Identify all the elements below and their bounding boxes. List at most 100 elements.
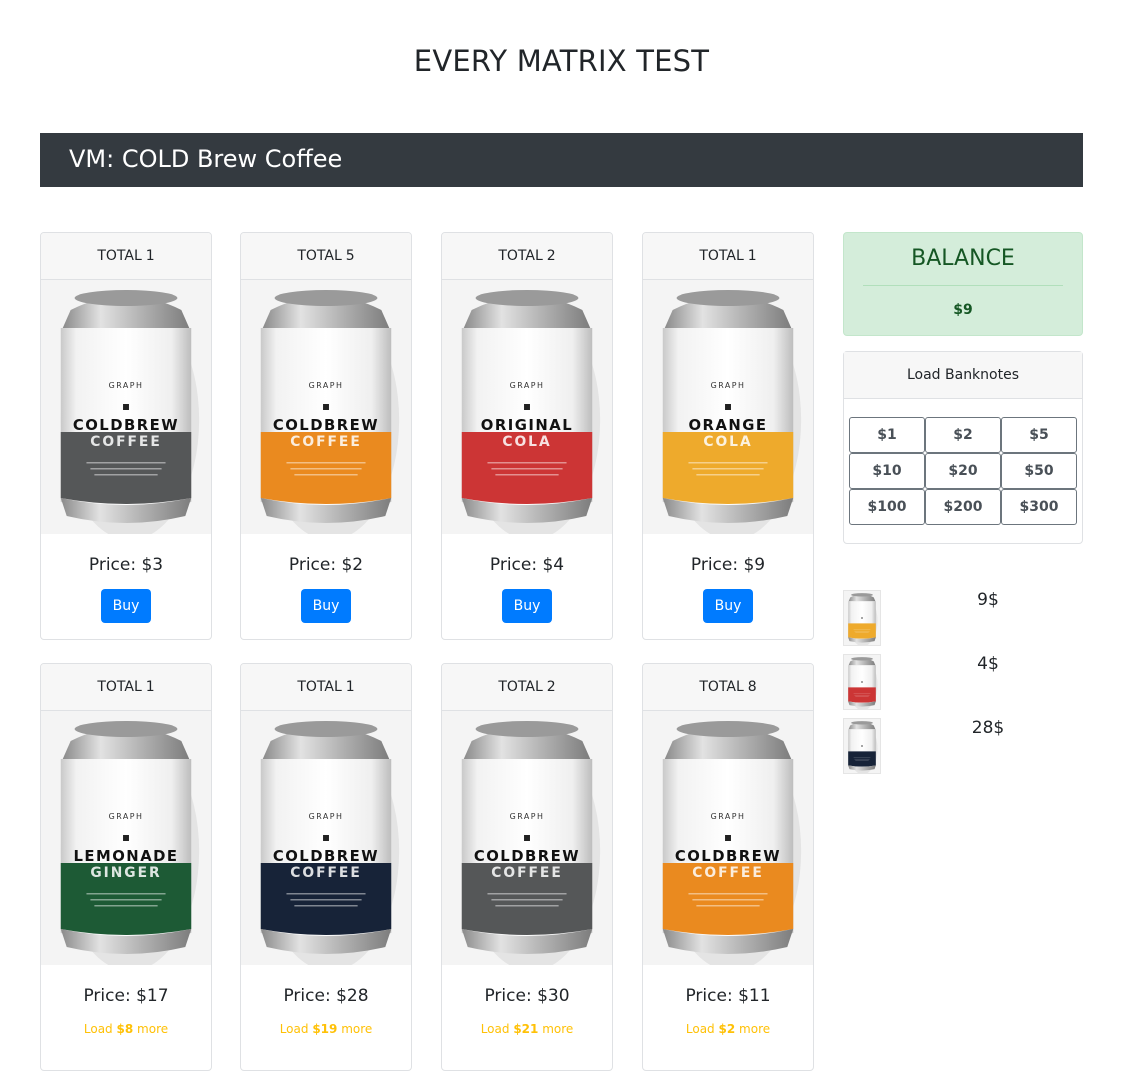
can-image	[844, 655, 880, 709]
price-value: $3	[141, 555, 164, 575]
price-text: Price: $3	[41, 554, 211, 576]
buy-button[interactable]: Buy	[703, 589, 753, 623]
total-label: TOTAL	[699, 679, 744, 695]
load-more-prefix: Load	[279, 1022, 309, 1036]
can-name-text: COLDBREW	[273, 847, 379, 865]
buy-button[interactable]: Buy	[301, 589, 351, 623]
buy-button[interactable]: Buy	[502, 589, 552, 623]
product-card: TOTAL 1 GRAPH COLDBREW COFFEE Price: $28 Load …	[240, 663, 412, 1071]
banknote-button[interactable]: $20	[925, 453, 1001, 489]
price-text: Price: $28	[241, 985, 411, 1007]
load-more-amount: $21	[513, 1022, 539, 1036]
can-subname-text: GINGER	[90, 865, 161, 881]
total-label: TOTAL	[498, 679, 543, 695]
can-name-text: COLDBREW	[474, 847, 580, 865]
card-header: TOTAL 1	[41, 664, 211, 711]
can-brand-text: GRAPH	[309, 812, 344, 821]
vm-header: VM: COLD Brew Coffee	[40, 133, 1083, 187]
product-image: GRAPH COLDBREW COFFEE	[643, 711, 813, 965]
price-label: Price:	[83, 986, 131, 1006]
total-count: 2	[546, 679, 556, 695]
price-text: Price: $17	[41, 985, 211, 1007]
purchased-amount: 9$	[977, 590, 999, 610]
price-value: $17	[136, 986, 169, 1006]
price-text: Price: $11	[643, 985, 813, 1007]
can-brand-text: GRAPH	[510, 381, 545, 390]
can-image: GRAPH COLDBREWCOFFEE	[241, 711, 411, 965]
banknote-button[interactable]: $100	[849, 489, 925, 525]
can-brand-text: GRAPH	[711, 381, 746, 390]
balance-panel: BALANCE $9	[843, 232, 1083, 336]
purchased-item: 4$	[843, 654, 1083, 710]
can-subname-text: COFFEE	[491, 865, 563, 881]
price-text: Price: $2	[241, 554, 411, 576]
price-label: Price:	[288, 555, 337, 575]
product-card: TOTAL 8 GRAPH COLDBREW COFFEE Price: $11 Load …	[642, 663, 814, 1071]
load-more-text: Load $19 more	[241, 1022, 411, 1036]
product-card: TOTAL 1 GRAPH COLDBREW COFFEE Price: $3 Buy	[40, 232, 212, 640]
purchased-thumbnail	[843, 718, 881, 774]
price-text: Price: $30	[442, 985, 612, 1007]
banknote-button[interactable]: $200	[925, 489, 1001, 525]
product-card: TOTAL 2 GRAPH COLDBREW COFFEE Price: $30 Load …	[441, 663, 613, 1071]
load-more-suffix: more	[137, 1022, 169, 1036]
price-text: Price: $4	[442, 554, 612, 576]
banknote-button[interactable]: $1	[849, 417, 925, 453]
can-image: GRAPH COLDBREWCOFFEE	[643, 711, 813, 965]
price-label: Price:	[88, 555, 137, 575]
can-image	[844, 591, 880, 645]
load-more-prefix: Load	[480, 1022, 510, 1036]
can-brand-text: GRAPH	[510, 812, 545, 821]
banknote-button[interactable]: $50	[1001, 453, 1077, 489]
product-image: GRAPH COLDBREW COFFEE	[241, 711, 411, 965]
page-title: EVERY MATRIX TEST	[413, 44, 710, 78]
can-name-text: COLDBREW	[675, 847, 781, 865]
load-more-suffix: more	[341, 1022, 373, 1036]
price-value: $11	[738, 986, 771, 1006]
product-card: TOTAL 5 GRAPH COLDBREW COFFEE Price: $2 Buy	[240, 232, 412, 640]
can-image: GRAPH COLDBREWCOFFEE	[442, 711, 612, 965]
can-name-text: ORIGINAL	[481, 416, 573, 434]
banknote-button[interactable]: $2	[925, 417, 1001, 453]
can-name-text: LEMONADE	[73, 847, 178, 865]
product-card: TOTAL 2 GRAPH ORIGINAL COLA Price: $4 Buy	[441, 232, 613, 640]
load-more-suffix: more	[542, 1022, 574, 1036]
total-label: TOTAL	[97, 679, 142, 695]
card-header: TOTAL 5	[241, 233, 411, 280]
total-label: TOTAL	[498, 248, 543, 264]
purchased-amount: 4$	[977, 654, 999, 674]
can-brand-text: GRAPH	[109, 381, 144, 390]
load-more-text: Load $8 more	[41, 1022, 211, 1036]
total-label: TOTAL	[297, 248, 342, 264]
price-label: Price:	[690, 555, 739, 575]
card-header: TOTAL 1	[241, 664, 411, 711]
load-more-prefix: Load	[685, 1022, 715, 1036]
product-image: GRAPH COLDBREW COFFEE	[41, 280, 211, 534]
total-label: TOTAL	[97, 248, 142, 264]
banknote-button[interactable]: $10	[849, 453, 925, 489]
total-count: 1	[145, 679, 155, 695]
purchased-thumbnail	[843, 654, 881, 710]
buy-button[interactable]: Buy	[101, 589, 151, 623]
balance-title: BALANCE	[911, 246, 1015, 271]
total-label: TOTAL	[699, 248, 744, 264]
total-count: 2	[546, 248, 556, 264]
banknotes-title: Load Banknotes	[844, 352, 1082, 399]
purchased-item: 9$	[843, 590, 1083, 646]
price-text: Price: $9	[643, 554, 813, 576]
card-header: TOTAL 1	[41, 233, 211, 280]
price-label: Price:	[283, 986, 331, 1006]
total-count: 8	[747, 679, 757, 695]
purchased-item: 28$	[843, 718, 1083, 774]
can-name-text: COLDBREW	[73, 416, 179, 434]
card-header: TOTAL 2	[442, 233, 612, 280]
banknotes-panel: Load Banknotes $1 $2 $5 $10 $20 $50 $100 $200 $3…	[843, 351, 1083, 544]
card-header: TOTAL 2	[442, 664, 612, 711]
banknote-button[interactable]: $5	[1001, 417, 1077, 453]
banknote-button[interactable]: $300	[1001, 489, 1077, 525]
can-image: GRAPH ORIGINALCOLA	[442, 280, 612, 534]
price-value: $4	[542, 555, 565, 575]
can-subname-text: COFFEE	[290, 865, 362, 881]
load-more-prefix: Load	[83, 1022, 113, 1036]
total-count: 1	[747, 248, 757, 264]
